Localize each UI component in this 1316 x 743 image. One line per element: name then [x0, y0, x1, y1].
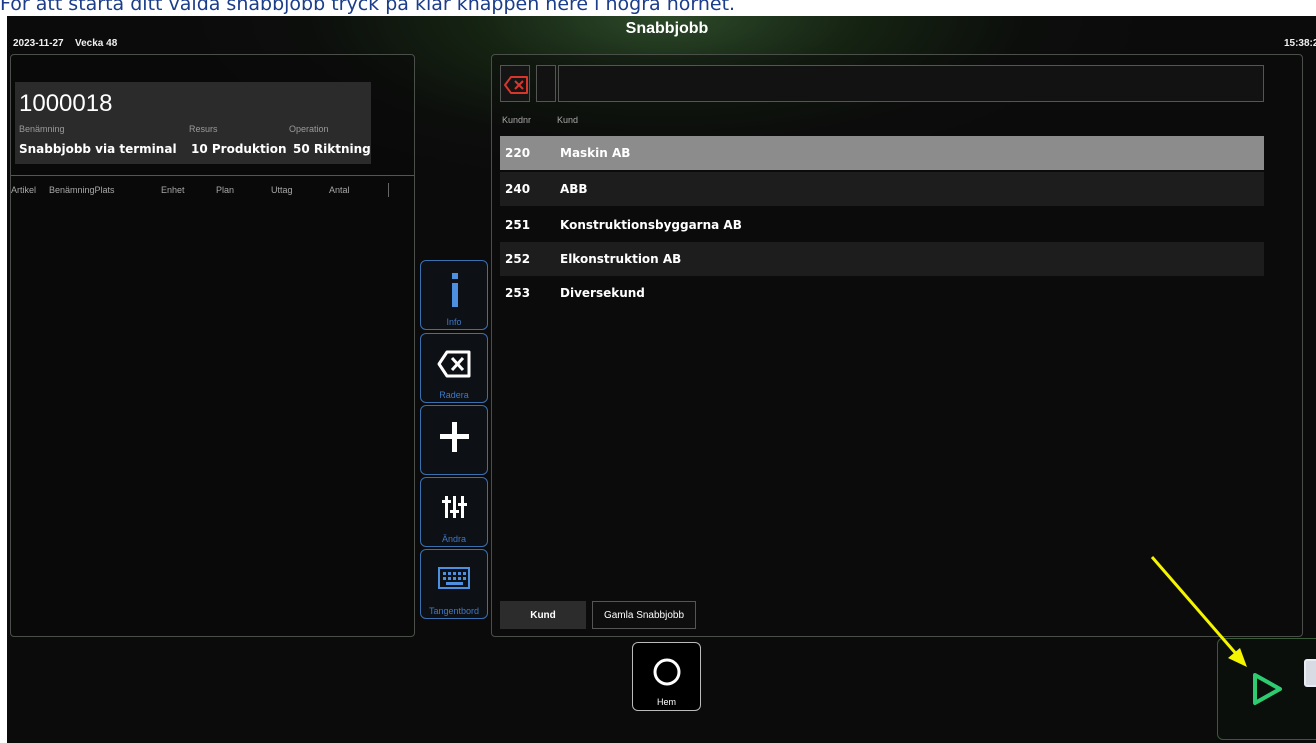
start-button[interactable]	[1217, 638, 1316, 740]
order-number: 1000018	[19, 90, 113, 117]
document-icon	[1304, 659, 1316, 687]
customer-name: Maskin AB	[560, 146, 631, 160]
customer-panel: Kundnr Kund 220 Maskin AB 240 ABB 251 Ko…	[491, 54, 1303, 637]
customer-number: 240	[505, 182, 531, 196]
customer-number: 251	[505, 218, 531, 232]
customer-number: 252	[505, 252, 531, 266]
header-time: 15:38:20	[1283, 38, 1316, 49]
customer-row[interactable]: 253 Diversekund	[500, 276, 1264, 310]
edit-button[interactable]: Ändra	[420, 477, 488, 547]
delete-button-label: Radera	[439, 390, 469, 400]
col-plan: Plan	[216, 185, 235, 195]
customer-row[interactable]: 220 Maskin AB	[500, 136, 1264, 170]
home-button-label: Hem	[656, 697, 676, 707]
customer-name: Elkonstruktion AB	[560, 252, 682, 266]
customer-row[interactable]: 252 Elkonstruktion AB	[500, 242, 1264, 276]
info-icon	[452, 273, 458, 307]
keyboard-icon	[438, 567, 470, 589]
tab-old-quick-jobs[interactable]: Gamla Snabbjobb	[592, 601, 696, 629]
sliders-icon	[442, 496, 467, 518]
operation-value: 50 Riktning	[293, 142, 371, 156]
customer-name: Diversekund	[560, 286, 645, 300]
keyboard-button[interactable]: Tangentbord	[420, 549, 488, 619]
customer-table-header: Kundnr Kund	[500, 115, 1264, 129]
tab-customer[interactable]: Kund	[500, 601, 586, 629]
name-label: Benämning	[19, 124, 65, 134]
resource-value: 10 Produktion	[191, 142, 287, 156]
col-article: Artikel	[11, 185, 37, 195]
home-button[interactable]: Hem	[632, 642, 701, 711]
header-date: 2023-11-27	[13, 38, 64, 49]
page-title: Snabbjobb	[625, 20, 709, 37]
add-button[interactable]	[420, 405, 488, 475]
name-value: Snabbjobb via terminal	[19, 142, 177, 156]
clear-icon	[504, 76, 528, 94]
header-week: Vecka 48	[75, 38, 118, 49]
article-table-header: Artikel BenämningPlats Enhet Plan Uttag …	[11, 185, 391, 199]
col-customer-name: Kund	[557, 115, 579, 125]
order-info-box: 1000018 Benämning Resurs Operation Snabb…	[15, 82, 371, 164]
search-mode-toggle[interactable]	[536, 65, 556, 102]
column-divider	[388, 183, 389, 197]
customer-row[interactable]: 240 ABB	[500, 172, 1264, 206]
customer-number: 253	[505, 286, 531, 300]
search-input[interactable]	[558, 65, 1264, 102]
order-panel: 1000018 Benämning Resurs Operation Snabb…	[10, 54, 415, 637]
home-circle-icon	[653, 658, 681, 686]
col-unit: Enhet	[161, 185, 185, 195]
instruction-caption: För att starta ditt valda snabbjobb tryc…	[0, 0, 736, 15]
terminal-screen: 2023-11-27 Vecka 48 Snabbjobb 15:38:20 1…	[7, 16, 1316, 743]
col-withdrawal: Uttag	[271, 185, 293, 195]
delete-icon	[437, 350, 471, 378]
resource-label: Resurs	[189, 124, 218, 134]
info-button-label: Info	[446, 317, 462, 327]
edit-button-label: Ändra	[441, 534, 467, 544]
delete-button[interactable]: Radera	[420, 333, 488, 403]
customer-number: 220	[505, 146, 531, 160]
divider	[11, 175, 414, 176]
col-name-place: BenämningPlats	[49, 185, 115, 195]
customer-name: ABB	[560, 182, 588, 196]
info-button[interactable]: Info	[420, 260, 488, 330]
operation-label: Operation	[289, 124, 329, 134]
clear-search-button[interactable]	[500, 65, 530, 102]
col-quantity: Antal	[329, 185, 350, 195]
play-icon	[1253, 673, 1282, 705]
customer-name: Konstruktionsbyggarna AB	[560, 218, 742, 232]
col-customer-number: Kundnr	[502, 115, 532, 125]
customer-row[interactable]: 251 Konstruktionsbyggarna AB	[500, 208, 1264, 242]
plus-icon	[440, 422, 469, 452]
keyboard-button-label: Tangentbord	[428, 606, 480, 616]
